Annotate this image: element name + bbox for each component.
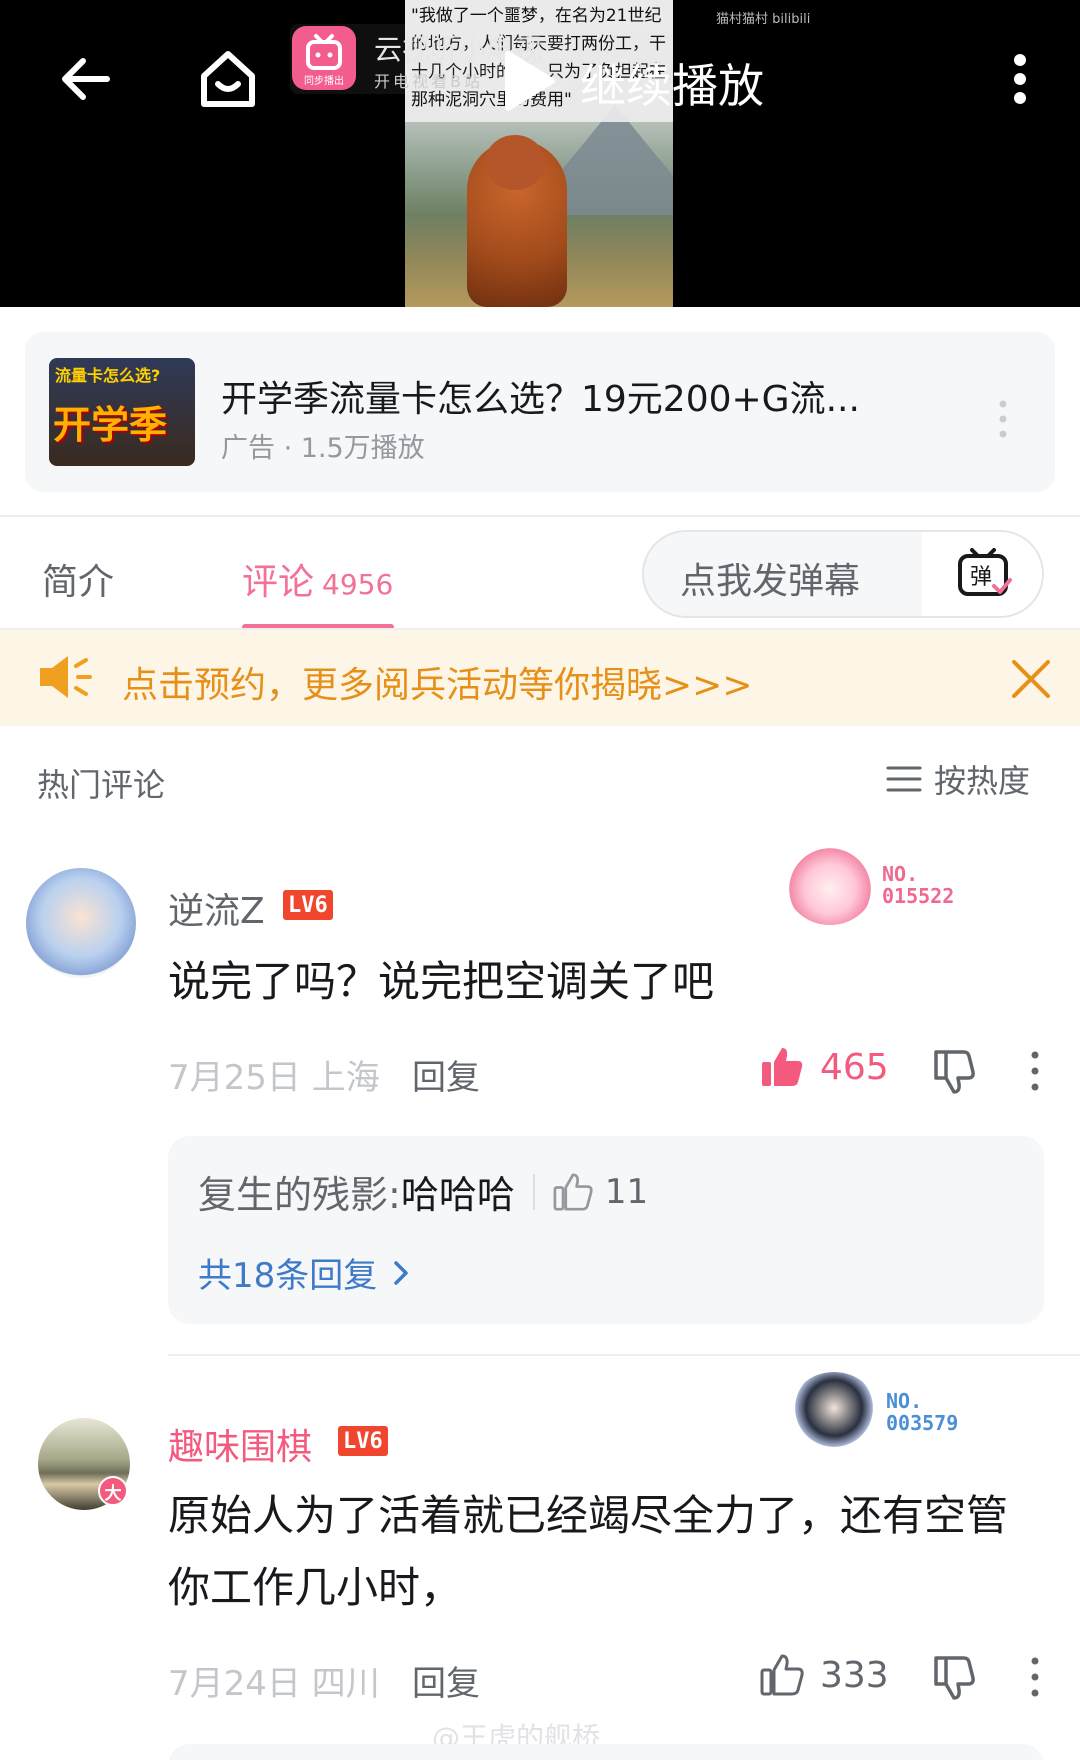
fan-badge-no-value: 015522 [882, 884, 955, 908]
danmaku-icon-text: 弹 [970, 565, 992, 590]
comment-username[interactable]: 逆流Z [168, 882, 265, 934]
more-vertical-icon[interactable] [1025, 1048, 1045, 1094]
view-all-replies-link[interactable]: 共18条回复 [198, 1248, 415, 1297]
tab-comments[interactable]: 评论 4956 [242, 553, 393, 605]
sub-reply[interactable]: 复生的残影: 哈哈哈 11 [198, 1164, 648, 1219]
like-button[interactable]: 465 [760, 1046, 889, 1088]
thumbs-down-icon[interactable] [930, 1048, 976, 1094]
level-badge: LV6 [338, 1426, 388, 1456]
hot-comments-title: 热门评论 [37, 766, 166, 804]
like-button[interactable]: 333 [760, 1654, 889, 1696]
continue-play-button[interactable]: 继续播放 [580, 50, 764, 116]
thumbs-up-filled-icon [762, 1048, 803, 1086]
sub-reply-author[interactable]: 复生的残影: [198, 1164, 401, 1219]
sort-label: 按热度 [934, 762, 1031, 800]
fan-badge-image [786, 845, 874, 925]
comment-username[interactable]: 趣味围棋 [168, 1418, 312, 1470]
site-watermark: 猫村猫村 bilibili [716, 12, 811, 27]
like-count: 465 [820, 1046, 889, 1088]
back-button[interactable] [50, 44, 120, 114]
avatar[interactable] [26, 868, 136, 978]
sub-reply-text: 哈哈哈 [400, 1173, 515, 1217]
danmaku-input[interactable]: 点我发弹幕 弹 [642, 530, 1044, 618]
ad-title[interactable]: 开学季流量卡怎么选？19元200+G流... [221, 370, 921, 422]
fan-badge[interactable]: NO. 015522 [786, 845, 954, 925]
fan-badge-number: NO. 003579 [886, 1390, 958, 1434]
sort-icon [886, 766, 922, 792]
sub-replies-box[interactable]: 复生的残影: 哈哈哈 11 共18条回复 [168, 1136, 1044, 1324]
fan-badge-no-label: NO. [886, 1389, 923, 1413]
divider [532, 1173, 535, 1210]
danmaku-icon: 弹 [958, 548, 1012, 596]
thumbs-down-icon[interactable] [930, 1654, 976, 1700]
fan-badge-no-label: NO. [882, 862, 919, 886]
danmaku-toggle-button[interactable]: 弹 [922, 532, 1042, 616]
thumbs-up-icon[interactable] [553, 1172, 593, 1211]
comment-date-location: 7月25日 上海 [168, 1058, 380, 1098]
chevron-right-icon [394, 1260, 409, 1285]
ad-thumbnail-headline: 开学季 [53, 403, 168, 447]
cast-subtitle: 开电视看B站 [374, 72, 483, 91]
ad-meta: 广告 · 1.5万播放 [221, 433, 425, 464]
like-count: 333 [820, 1654, 889, 1696]
thumbnail-caveman-head [485, 135, 545, 190]
ad-more-icon[interactable] [993, 394, 1013, 444]
fan-badge-no-value: 003579 [886, 1411, 959, 1435]
divider [168, 1354, 1080, 1356]
comment-text[interactable]: 说完了吗？说完把空调关了吧 [168, 946, 1048, 1018]
cast-badge: 同步播出 [304, 74, 344, 87]
comment-text[interactable]: 原始人为了活着就已经竭尽全力了，还有空管你工作几小时， [168, 1480, 1048, 1624]
sort-button[interactable]: 按热度 [886, 758, 1030, 800]
fan-badge[interactable]: NO. 003579 [790, 1372, 958, 1452]
notice-banner[interactable]: 点击预约，更多阅兵活动等你揭晓>>> [0, 630, 1080, 726]
danmaku-placeholder: 点我发弹幕 [680, 561, 861, 602]
sub-replies-box[interactable] [168, 1744, 1044, 1760]
home-button[interactable] [192, 40, 264, 120]
level-badge: LV6 [283, 890, 333, 920]
tab-comments-label: 评论 [242, 562, 315, 603]
notice-text[interactable]: 点击预约，更多阅兵活动等你揭晓>>> [122, 656, 753, 708]
more-vertical-icon [1014, 54, 1026, 104]
comment-date-location: 7月24日 四川 [168, 1664, 380, 1704]
reply-button[interactable]: 回复 [412, 1050, 480, 1099]
fan-badge-image [790, 1372, 878, 1452]
view-all-replies-label: 共18条回复 [198, 1256, 378, 1296]
play-icon[interactable] [500, 50, 556, 112]
sub-reply-like-count: 11 [604, 1171, 649, 1212]
back-arrow-icon [62, 58, 110, 100]
more-vertical-icon[interactable] [1025, 1654, 1045, 1700]
comments-count: 4956 [322, 568, 394, 601]
ad-card[interactable]: 流量卡怎么选? 开学季 开学季流量卡怎么选？19元200+G流... 广告 · … [25, 332, 1055, 492]
avatar-badge: 大 [98, 1476, 128, 1506]
close-icon[interactable] [1010, 658, 1052, 700]
thumbs-up-icon [760, 1654, 804, 1696]
ad-thumbnail-caption: 流量卡怎么选? [55, 366, 161, 385]
tab-intro[interactable]: 简介 [42, 553, 114, 605]
home-icon [201, 51, 255, 107]
speaker-icon [40, 656, 92, 698]
fan-badge-number: NO. 015522 [882, 863, 954, 907]
divider [0, 515, 1080, 517]
reply-button[interactable]: 回复 [412, 1656, 480, 1705]
ad-thumbnail[interactable]: 流量卡怎么选? 开学季 [49, 358, 195, 466]
video-more-button[interactable] [995, 44, 1045, 114]
tv-cast-icon: 同步播出 [292, 26, 356, 90]
video-player[interactable]: "我做了一个噩梦，在名为21世纪的地方，人们每天要打两份工，干十几个小时的活，只… [0, 0, 1080, 307]
